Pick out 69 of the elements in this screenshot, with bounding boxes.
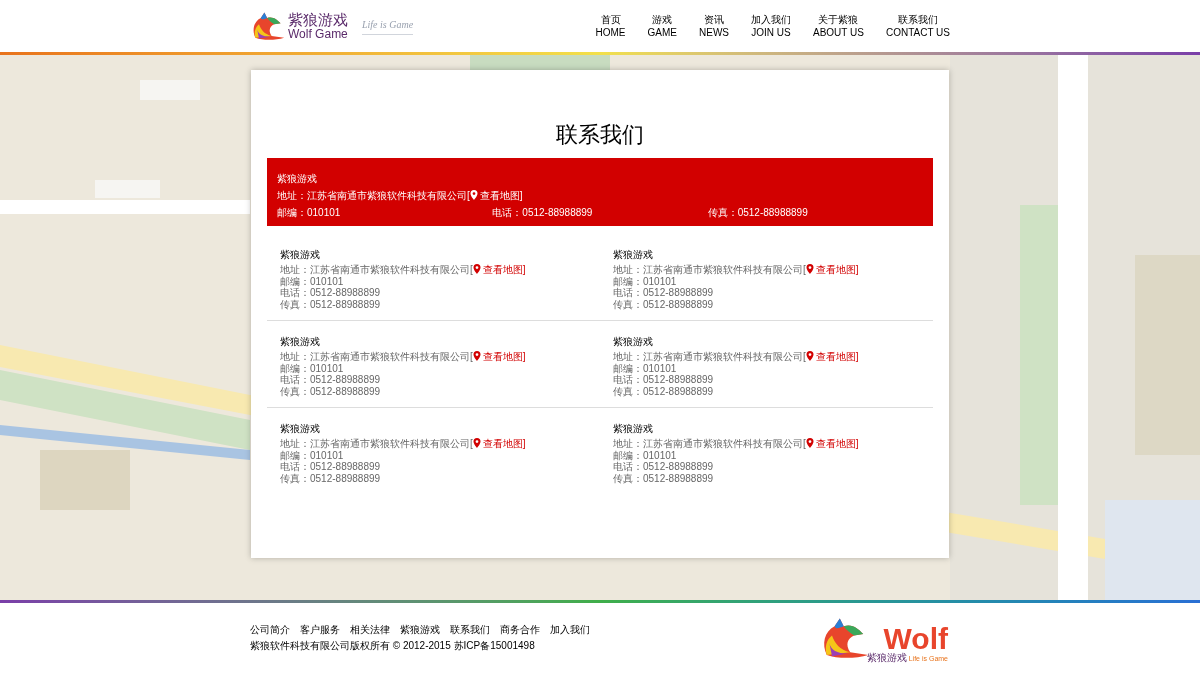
- map-link[interactable]: 查看地图]: [805, 438, 859, 449]
- map-pin-icon: [472, 438, 481, 448]
- office-fax: 传真：0512-88988899: [707, 206, 809, 220]
- branch-fax: 传真：0512-88988899: [613, 385, 715, 397]
- branch-postcode: 邮编：010101: [280, 275, 345, 287]
- branch-address: 地址：江苏省南通市紫狼软件科技有限公司[ 查看地图]: [613, 438, 860, 450]
- branch-fax: 传真：0512-88988899: [280, 298, 382, 310]
- branch-fax: 传真：0512-88988899: [613, 472, 715, 484]
- footer-link[interactable]: 紫狼游戏: [400, 623, 440, 637]
- branch-fax: 传真：0512-88988899: [280, 385, 382, 397]
- branch-name: 紫狼游戏: [613, 422, 654, 435]
- branch-postcode: 邮编：010101: [280, 362, 345, 374]
- brand-name: 紫狼游戏: [288, 12, 348, 27]
- brand-subtitle: Wolf Game: [288, 28, 348, 40]
- office-name: 紫狼游戏: [277, 172, 318, 186]
- nav-link[interactable]: 游戏 GAME: [647, 13, 677, 39]
- nav-link[interactable]: 关于紫狼 ABOUT US: [813, 13, 864, 39]
- nav-link[interactable]: 联系我们 CONTACT US: [885, 13, 950, 39]
- map-link[interactable]: 查看地图]: [469, 190, 523, 201]
- footer-link[interactable]: 商务合作: [500, 623, 540, 637]
- branch-phone: 电话：0512-88988899: [613, 374, 715, 386]
- branch-fax: 传真：0512-88988899: [280, 472, 382, 484]
- branch-address: 地址：江苏省南通市紫狼软件科技有限公司[ 查看地图]: [613, 264, 860, 276]
- map-pin-icon: [805, 264, 814, 274]
- map-link[interactable]: 查看地图]: [805, 264, 859, 275]
- branch-name: 紫狼游戏: [280, 422, 321, 435]
- branch-phone: 电话：0512-88988899: [280, 287, 382, 299]
- branch-name: 紫狼游戏: [280, 335, 321, 348]
- map-pin-icon: [472, 264, 481, 274]
- slogan: Life is Game: [362, 17, 414, 35]
- nav-link[interactable]: 加入我们 JOIN US: [751, 13, 791, 39]
- branch-postcode: 邮编：010101: [613, 449, 678, 461]
- branch-phone: 电话：0512-88988899: [280, 461, 382, 473]
- branch-fax: 传真：0512-88988899: [613, 298, 715, 310]
- page-title: 联系我们: [555, 124, 645, 146]
- footer-brand-name: 紫狼游戏: [866, 653, 907, 663]
- branch-phone: 电话：0512-88988899: [613, 461, 715, 473]
- office-postcode: 邮编：010101: [277, 206, 342, 220]
- footer-link[interactable]: 相关法律: [350, 623, 390, 637]
- branch-postcode: 邮编：010101: [613, 362, 678, 374]
- branch-postcode: 邮编：010101: [280, 449, 345, 461]
- footer-link[interactable]: 公司简介: [250, 623, 290, 637]
- branch-address: 地址：江苏省南通市紫狼软件科技有限公司[ 查看地图]: [280, 351, 527, 363]
- map-link[interactable]: 查看地图]: [805, 351, 859, 362]
- map-link[interactable]: 查看地图]: [472, 264, 526, 275]
- branch-name: 紫狼游戏: [280, 248, 321, 261]
- map-pin-icon: [472, 351, 481, 361]
- branch-phone: 电话：0512-88988899: [613, 287, 715, 299]
- footer-link[interactable]: 客户服务: [300, 623, 340, 637]
- office-address: 地址：江苏省南通市紫狼软件科技有限公司[ 查看地图]: [277, 189, 524, 203]
- footer-logo-word: Wolf: [883, 625, 948, 653]
- branch-address: 地址：江苏省南通市紫狼软件科技有限公司[ 查看地图]: [280, 264, 527, 276]
- map-pin-icon: [805, 438, 814, 448]
- branch-name: 紫狼游戏: [613, 248, 654, 261]
- nav-link[interactable]: 资讯 NEWS: [699, 13, 729, 39]
- branch-name: 紫狼游戏: [613, 335, 654, 348]
- map-link[interactable]: 查看地图]: [472, 438, 526, 449]
- footer-link[interactable]: 联系我们: [450, 623, 490, 637]
- map-pin-icon: [805, 351, 814, 361]
- branch-address: 地址：江苏省南通市紫狼软件科技有限公司[ 查看地图]: [613, 351, 860, 363]
- map-link[interactable]: 查看地图]: [472, 351, 526, 362]
- copyright: 紫狼软件科技有限公司版权所有 © 2012-2015 苏ICP备15001498: [250, 639, 536, 653]
- office-phone: 电话：0512-88988899: [492, 206, 594, 220]
- branch-postcode: 邮编：010101: [613, 275, 678, 287]
- branch-phone: 电话：0512-88988899: [280, 374, 382, 386]
- nav-link[interactable]: 首页 HOME: [595, 13, 626, 39]
- branch-address: 地址：江苏省南通市紫狼软件科技有限公司[ 查看地图]: [280, 438, 527, 450]
- map-pin-icon: [469, 190, 478, 200]
- footer-link[interactable]: 加入我们: [550, 623, 590, 637]
